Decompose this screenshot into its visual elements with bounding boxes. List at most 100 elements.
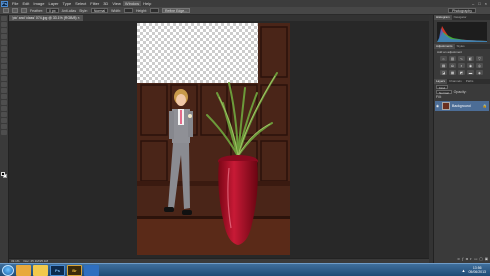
feather-input[interactable]: 0 px xyxy=(46,8,59,13)
close-icon[interactable]: × xyxy=(78,16,80,20)
menu-bar: Ps File Edit Image Layer Type Select Fil… xyxy=(0,0,490,7)
move-tool-icon[interactable] xyxy=(1,16,7,21)
hand-tool-icon[interactable] xyxy=(1,124,7,129)
delete-layer-icon[interactable]: ▣ xyxy=(485,257,488,262)
menu-image[interactable]: Image xyxy=(31,1,46,6)
menu-file[interactable]: File xyxy=(10,1,20,6)
taskbar-app-1[interactable] xyxy=(16,264,31,276)
layer-style-icon[interactable]: ƒ xyxy=(462,257,464,262)
new-selection-icon[interactable] xyxy=(12,8,18,13)
network-icon[interactable]: ▲ xyxy=(462,268,466,273)
taskbar-app-folder[interactable] xyxy=(33,264,48,276)
tab-styles[interactable]: Styles xyxy=(455,44,467,49)
clock[interactable]: 13:56 05/06/2013 xyxy=(468,266,486,274)
options-bar: Feather: 0 px Anti-alias Style: Normal W… xyxy=(0,7,490,15)
crop-tool-icon[interactable] xyxy=(1,40,7,45)
new-group-icon[interactable]: ▭ xyxy=(474,257,477,262)
lasso-tool-icon[interactable] xyxy=(1,28,7,33)
zoom-tool-icon[interactable] xyxy=(1,130,7,135)
add-selection-icon[interactable] xyxy=(21,8,27,13)
color-balance-icon[interactable]: ⚖ xyxy=(449,63,456,68)
shape-tool-icon[interactable] xyxy=(1,118,7,123)
levels-icon[interactable]: ▥ xyxy=(449,56,456,61)
feather-label: Feather: xyxy=(30,8,44,13)
canvas-area xyxy=(9,21,429,258)
quick-select-tool-icon[interactable] xyxy=(1,34,7,39)
tab-layers[interactable]: Layers xyxy=(434,79,448,84)
invert-icon[interactable]: ◪ xyxy=(440,70,447,75)
brush-tool-icon[interactable] xyxy=(1,58,7,63)
blend-mode-select[interactable]: Normal xyxy=(436,90,452,95)
minimize-button[interactable]: – xyxy=(472,1,474,6)
menu-help[interactable]: Help xyxy=(141,1,153,6)
gradient-tool-icon[interactable] xyxy=(1,82,7,87)
eraser-tool-icon[interactable] xyxy=(1,76,7,81)
channel-mixer-icon[interactable]: ◎ xyxy=(476,63,483,68)
link-layers-icon[interactable]: ∞ xyxy=(457,257,460,262)
pen-tool-icon[interactable] xyxy=(1,100,7,105)
exposure-icon[interactable]: ◧ xyxy=(467,56,474,61)
photoshop-logo: Ps xyxy=(1,0,8,7)
path-select-tool-icon[interactable] xyxy=(1,112,7,117)
style-select[interactable]: Normal xyxy=(90,8,109,13)
tab-adjustments[interactable]: Adjustments xyxy=(434,44,455,49)
healing-brush-tool-icon[interactable] xyxy=(1,52,7,57)
menu-layer[interactable]: Layer xyxy=(46,1,60,6)
refine-edge-button[interactable]: Refine Edge... xyxy=(161,8,191,13)
clone-stamp-tool-icon[interactable] xyxy=(1,64,7,69)
tools-panel xyxy=(0,15,9,265)
adjustments-grid: ☼ ▥ ∿ ◧ ▽ ▤ ⚖ ◐ ◉ ◎ ◪ ▦ ◩ ▬ ◈ xyxy=(434,55,490,76)
brightness-contrast-icon[interactable]: ☼ xyxy=(440,56,447,61)
menu-type[interactable]: Type xyxy=(61,1,74,6)
history-brush-tool-icon[interactable] xyxy=(1,70,7,75)
menu-edit[interactable]: Edit xyxy=(20,1,31,6)
new-layer-icon[interactable]: ▢ xyxy=(479,257,482,262)
threshold-icon[interactable]: ◩ xyxy=(458,70,465,75)
tab-paths[interactable]: Paths xyxy=(464,79,476,84)
right-panels: Histogram Navigator Adjustments Styles A… xyxy=(433,15,490,263)
window-controls: – □ × xyxy=(472,1,490,6)
layer-row-background[interactable]: ◉ Background 🔒 xyxy=(435,101,489,111)
add-mask-icon[interactable]: ◘ xyxy=(466,257,468,262)
taskbar-app-5[interactable] xyxy=(84,264,99,276)
tab-navigator[interactable]: Navigator xyxy=(452,15,469,20)
menu-filter[interactable]: Filter xyxy=(88,1,101,6)
blur-tool-icon[interactable] xyxy=(1,88,7,93)
layer-thumbnail xyxy=(442,102,450,110)
dodge-tool-icon[interactable] xyxy=(1,94,7,99)
start-button[interactable] xyxy=(2,264,14,276)
foreground-color-swatch[interactable] xyxy=(1,172,5,176)
curves-icon[interactable]: ∿ xyxy=(458,56,465,61)
adjustment-layer-icon[interactable]: ◐ xyxy=(470,257,472,262)
taskbar-app-bridge[interactable]: Br xyxy=(67,264,82,276)
type-tool-icon[interactable] xyxy=(1,106,7,111)
taskbar-app-photoshop[interactable]: Ps xyxy=(50,264,65,276)
posterize-icon[interactable]: ▦ xyxy=(449,70,456,75)
vibrance-icon[interactable]: ▽ xyxy=(476,56,483,61)
height-label: Height: xyxy=(135,8,148,13)
workspace-select[interactable]: Photography xyxy=(448,8,476,13)
width-input[interactable] xyxy=(124,8,133,13)
height-input[interactable] xyxy=(150,8,159,13)
maximize-button[interactable]: □ xyxy=(478,1,480,6)
menu-view[interactable]: View xyxy=(110,1,123,6)
tab-histogram[interactable]: Histogram xyxy=(434,15,452,20)
antialias-checkbox[interactable]: Anti-alias xyxy=(62,9,76,13)
tab-channels[interactable]: Channels xyxy=(447,79,464,84)
layer-kind-filter[interactable]: Kind xyxy=(436,85,449,90)
marquee-tool-icon[interactable] xyxy=(1,22,7,27)
gradient-map-icon[interactable]: ▬ xyxy=(467,70,474,75)
menu-window[interactable]: Window xyxy=(122,1,142,6)
visibility-eye-icon[interactable]: ◉ xyxy=(436,104,440,108)
marquee-tool-icon[interactable] xyxy=(3,8,9,13)
menu-3d[interactable]: 3D xyxy=(101,1,110,6)
selective-color-icon[interactable]: ◈ xyxy=(476,70,483,75)
document-canvas[interactable] xyxy=(137,23,290,255)
histogram-graph xyxy=(437,26,487,42)
photo-filter-icon[interactable]: ◉ xyxy=(467,63,474,68)
hue-saturation-icon[interactable]: ▤ xyxy=(440,63,447,68)
close-button[interactable]: × xyxy=(485,1,487,6)
menu-select[interactable]: Select xyxy=(73,1,88,6)
black-white-icon[interactable]: ◐ xyxy=(458,63,465,68)
eyedropper-tool-icon[interactable] xyxy=(1,46,7,51)
